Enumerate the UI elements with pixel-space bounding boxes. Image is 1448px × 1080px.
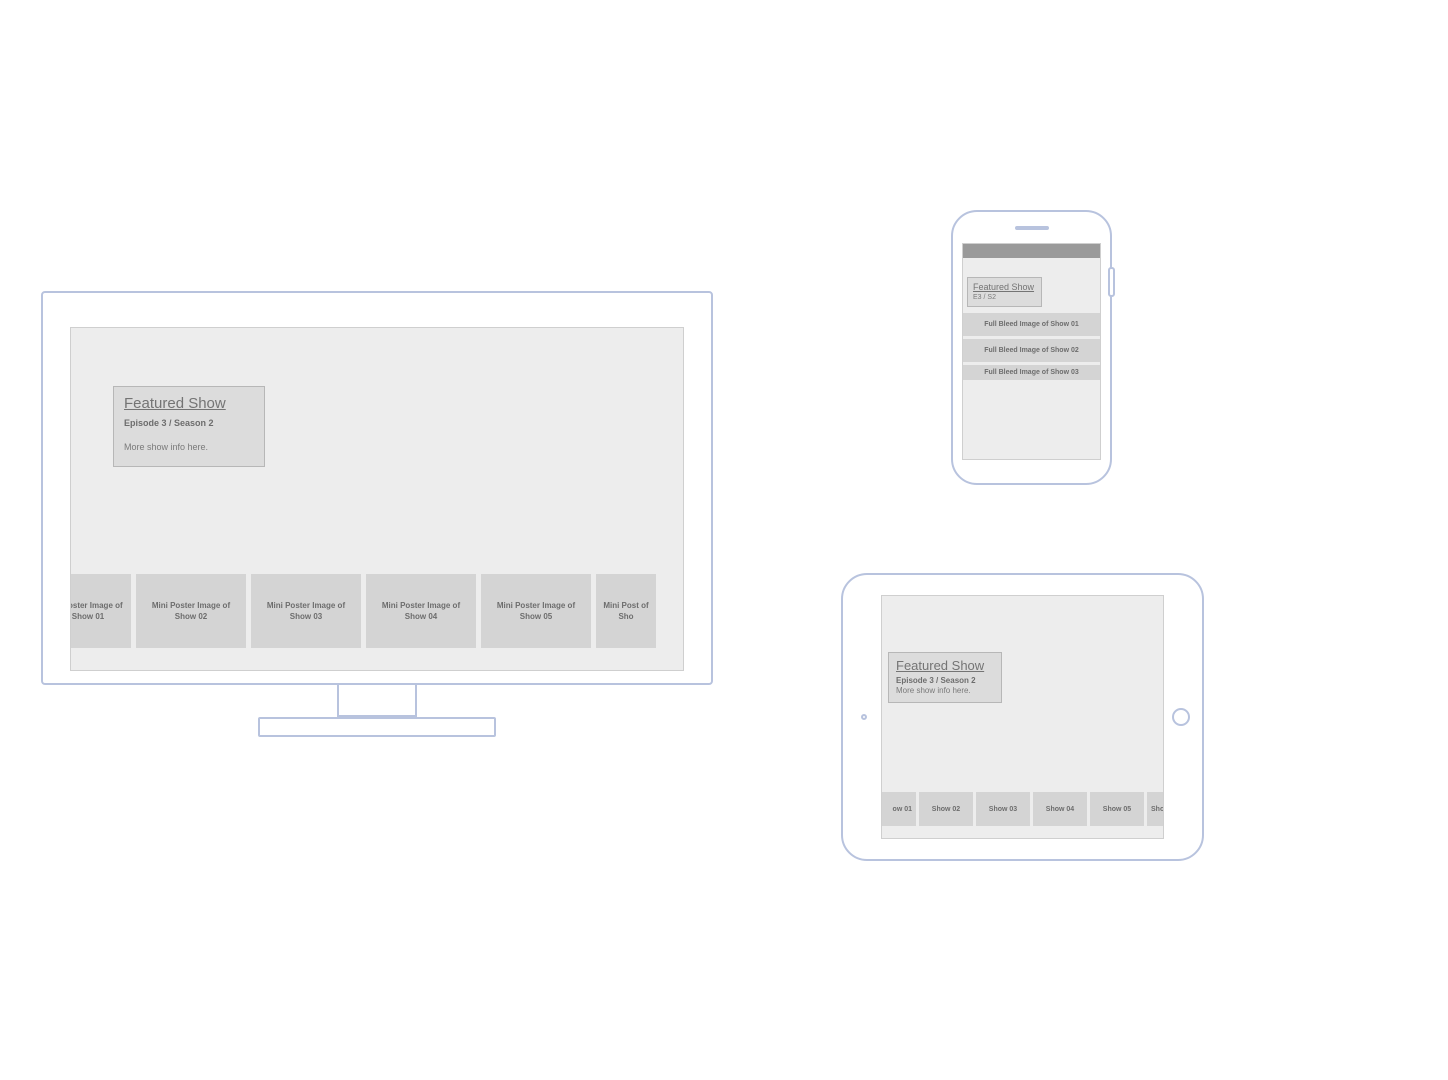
- phone-device: Featured Show E3 / S2 Full Bleed Image o…: [951, 210, 1112, 485]
- monitor-screen: Featured Show Episode 3 / Season 2 More …: [70, 327, 684, 671]
- featured-show-card[interactable]: Featured Show E3 / S2: [967, 277, 1042, 307]
- phone-speaker-icon: [1015, 226, 1049, 230]
- monitor-neck: [337, 685, 417, 717]
- tablet-camera-icon: [861, 714, 867, 720]
- tablet-device: Featured Show Episode 3 / Season 2 More …: [841, 573, 1204, 861]
- poster-card[interactable]: Show 04: [1033, 792, 1087, 826]
- featured-more-info: More show info here.: [124, 442, 254, 452]
- featured-episode-label: E3 / S2: [973, 294, 1036, 301]
- featured-show-title[interactable]: Featured Show: [896, 658, 994, 673]
- poster-card[interactable]: Sho: [1147, 792, 1164, 826]
- poster-card[interactable]: Mini Poster Image of Show 04: [366, 574, 476, 648]
- tablet-home-button[interactable]: [1172, 708, 1190, 726]
- poster-card[interactable]: Show 05: [1090, 792, 1144, 826]
- featured-more-info: More show info here.: [896, 686, 994, 695]
- featured-episode-label: Episode 3 / Season 2: [896, 676, 994, 685]
- monitor-base: [258, 717, 496, 737]
- show-row[interactable]: Full Bleed Image of Show 03: [963, 362, 1100, 380]
- show-carousel[interactable]: ow 01 Show 02 Show 03 Show 04 Show 05 Sh…: [881, 792, 1164, 826]
- poster-card[interactable]: Mini Poster Image of Show 02: [136, 574, 246, 648]
- poster-card[interactable]: Show 02: [919, 792, 973, 826]
- show-row[interactable]: Full Bleed Image of Show 02: [963, 336, 1100, 362]
- show-list[interactable]: Full Bleed Image of Show 01 Full Bleed I…: [963, 310, 1100, 380]
- poster-card[interactable]: Mini Post of Sho: [596, 574, 656, 648]
- tablet-screen: Featured Show Episode 3 / Season 2 More …: [881, 595, 1164, 839]
- show-carousel[interactable]: ni Poster Image of Show 01 Mini Poster I…: [70, 574, 684, 648]
- desktop-monitor: Featured Show Episode 3 / Season 2 More …: [41, 291, 713, 737]
- featured-show-title[interactable]: Featured Show: [124, 395, 254, 412]
- poster-card[interactable]: Mini Poster Image of Show 03: [251, 574, 361, 648]
- monitor-frame: Featured Show Episode 3 / Season 2 More …: [41, 291, 713, 685]
- featured-show-card[interactable]: Featured Show Episode 3 / Season 2 More …: [888, 652, 1002, 703]
- poster-card[interactable]: ow 01: [881, 792, 916, 826]
- poster-card[interactable]: Mini Poster Image of Show 05: [481, 574, 591, 648]
- phone-screen: Featured Show E3 / S2 Full Bleed Image o…: [962, 243, 1101, 460]
- show-row[interactable]: Full Bleed Image of Show 01: [963, 310, 1100, 336]
- featured-show-card[interactable]: Featured Show Episode 3 / Season 2 More …: [113, 386, 265, 467]
- poster-card[interactable]: ni Poster Image of Show 01: [70, 574, 131, 648]
- phone-hero-area: Featured Show E3 / S2: [963, 258, 1100, 310]
- poster-card[interactable]: Show 03: [976, 792, 1030, 826]
- featured-show-title[interactable]: Featured Show: [973, 282, 1036, 292]
- featured-episode-label: Episode 3 / Season 2: [124, 418, 254, 428]
- phone-status-bar: [963, 244, 1100, 258]
